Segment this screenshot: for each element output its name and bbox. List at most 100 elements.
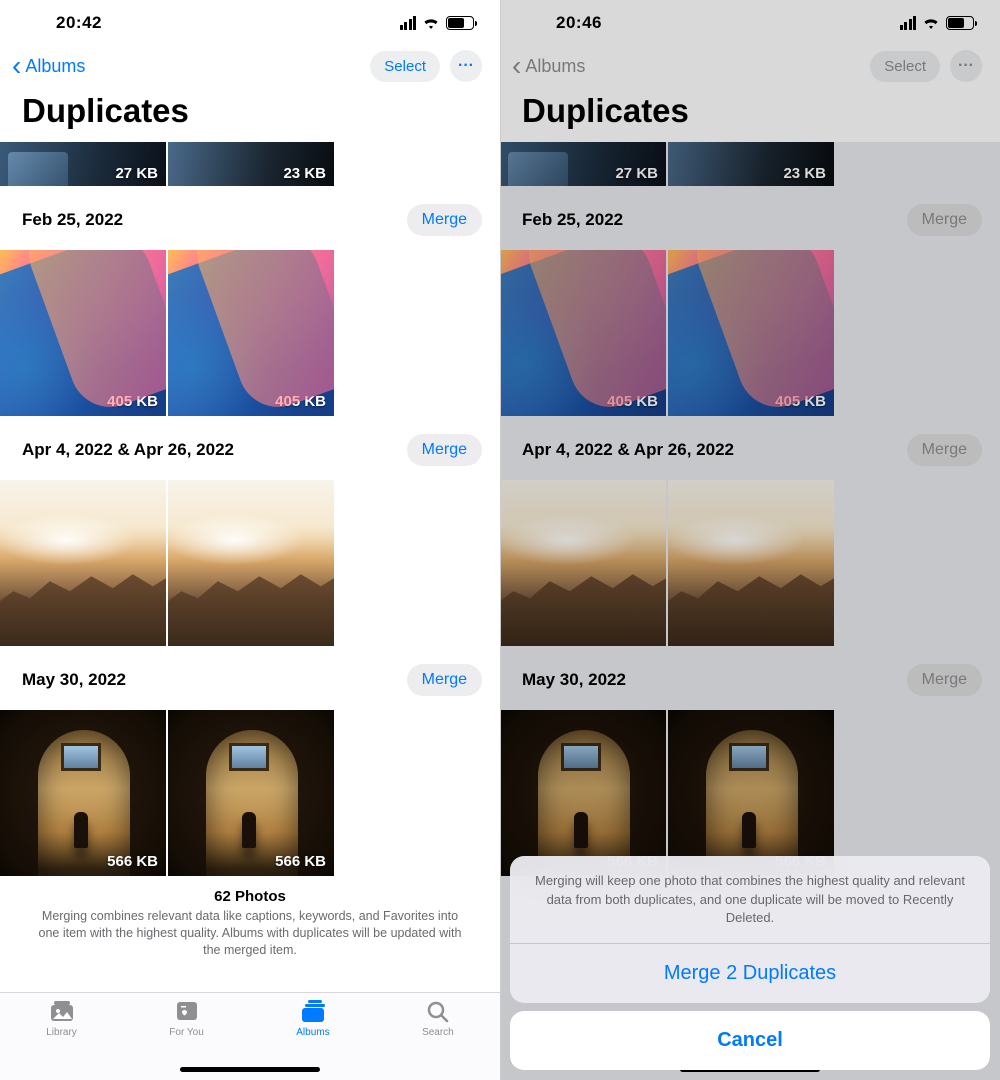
ellipsis-icon: ··· bbox=[958, 57, 974, 75]
wifi-icon bbox=[922, 16, 940, 30]
page-title: Duplicates bbox=[500, 90, 1000, 142]
merge-button: Merge bbox=[907, 664, 982, 696]
select-button[interactable]: Select bbox=[370, 51, 440, 82]
tab-label: Search bbox=[422, 1027, 454, 1038]
content-scroll[interactable]: 27 KB 23 KB Feb 25, 2022 Merge 405 KB 40… bbox=[0, 142, 500, 1080]
cellular-icon bbox=[900, 16, 917, 30]
duplicate-group: May 30, 2022 Merge 566 KB 566 KB bbox=[0, 646, 500, 876]
file-size: 405 KB bbox=[275, 393, 326, 410]
status-time: 20:46 bbox=[556, 13, 602, 33]
albums-icon bbox=[299, 999, 327, 1023]
file-size: 23 KB bbox=[283, 165, 326, 182]
file-size: 405 KB bbox=[775, 393, 826, 410]
file-size: 405 KB bbox=[107, 393, 158, 410]
group-date: May 30, 2022 bbox=[22, 670, 126, 690]
photo-thumbnail[interactable]: 5.2 MB bbox=[0, 480, 166, 646]
foryou-icon bbox=[173, 999, 201, 1023]
back-button: ‹ Albums bbox=[512, 52, 585, 80]
photo-thumbnail: 5.2 MB bbox=[668, 480, 834, 646]
phone-left: 20:42 ‹ Albums Select ··· Duplicates 27 … bbox=[0, 0, 500, 1080]
photo-thumbnail[interactable]: 5.2 MB bbox=[168, 480, 334, 646]
merge-button: Merge bbox=[907, 434, 982, 466]
photo-thumbnail[interactable]: 566 KB bbox=[168, 710, 334, 876]
file-size: 27 KB bbox=[115, 165, 158, 182]
tab-label: For You bbox=[169, 1027, 203, 1038]
status-bar: 20:46 bbox=[500, 0, 1000, 46]
photo-thumbnail: 405 KB bbox=[500, 250, 666, 416]
status-indicators bbox=[400, 16, 475, 30]
select-button: Select bbox=[870, 51, 940, 82]
status-time: 20:42 bbox=[56, 13, 102, 33]
merge-button[interactable]: Merge bbox=[407, 204, 482, 236]
file-size: 27 KB bbox=[615, 165, 658, 182]
chevron-left-icon: ‹ bbox=[512, 52, 521, 80]
file-size: 5.2 MB bbox=[278, 623, 326, 640]
photo-count: 62 Photos bbox=[34, 888, 466, 905]
status-indicators bbox=[900, 16, 975, 30]
merge-duplicates-button[interactable]: Merge 2 Duplicates bbox=[510, 944, 990, 1003]
photo-thumbnail: 405 KB bbox=[668, 250, 834, 416]
back-label: Albums bbox=[25, 56, 85, 77]
partial-group: 27 KB 23 KB bbox=[500, 142, 1000, 186]
merge-button[interactable]: Merge bbox=[407, 434, 482, 466]
group-date: Feb 25, 2022 bbox=[522, 210, 623, 230]
page-title: Duplicates bbox=[0, 90, 500, 142]
group-date: May 30, 2022 bbox=[522, 670, 626, 690]
tab-label: Library bbox=[46, 1027, 77, 1038]
file-size: 5.2 MB bbox=[610, 623, 658, 640]
file-size: 5.2 MB bbox=[778, 623, 826, 640]
merge-button: Merge bbox=[907, 204, 982, 236]
group-date: Feb 25, 2022 bbox=[22, 210, 123, 230]
back-button[interactable]: ‹ Albums bbox=[12, 52, 85, 80]
photo-thumbnail: 23 KB bbox=[668, 142, 834, 186]
merge-button[interactable]: Merge bbox=[407, 664, 482, 696]
file-size: 5.2 MB bbox=[110, 623, 158, 640]
wifi-icon bbox=[422, 16, 440, 30]
status-bar: 20:42 bbox=[0, 0, 500, 46]
photo-thumbnail: 566 KB bbox=[668, 710, 834, 876]
battery-icon bbox=[446, 16, 474, 30]
file-size: 566 KB bbox=[275, 853, 326, 870]
tab-label: Albums bbox=[296, 1027, 329, 1038]
tab-search[interactable]: Search bbox=[422, 999, 454, 1080]
photo-thumbnail[interactable]: 405 KB bbox=[0, 250, 166, 416]
file-size: 566 KB bbox=[107, 853, 158, 870]
search-icon bbox=[424, 999, 452, 1023]
photo-thumbnail[interactable]: 23 KB bbox=[168, 142, 334, 186]
duplicate-group: Feb 25, 2022 Merge 405 KB 405 KB bbox=[0, 186, 500, 416]
nav-bar: ‹ Albums Select ··· bbox=[0, 46, 500, 90]
photo-thumbnail: 5.2 MB bbox=[500, 480, 666, 646]
duplicate-group: Apr 4, 2022 & Apr 26, 2022 Merge 5.2 MB … bbox=[500, 416, 1000, 646]
cancel-button[interactable]: Cancel bbox=[510, 1011, 990, 1070]
action-sheet: Merging will keep one photo that combine… bbox=[510, 856, 990, 1070]
ellipsis-icon: ··· bbox=[458, 57, 474, 75]
duplicate-group: Apr 4, 2022 & Apr 26, 2022 Merge 5.2 MB … bbox=[0, 416, 500, 646]
duplicate-group: May 30, 2022 Merge 566 KB 566 KB bbox=[500, 646, 1000, 876]
partial-group: 27 KB 23 KB bbox=[0, 142, 500, 186]
library-icon bbox=[48, 999, 76, 1023]
phone-right: 20:46 ‹ Albums Select ··· Duplicates 27 … bbox=[500, 0, 1000, 1080]
group-date: Apr 4, 2022 & Apr 26, 2022 bbox=[522, 440, 734, 460]
nav-bar: ‹ Albums Select ··· bbox=[500, 46, 1000, 90]
photo-thumbnail: 566 KB bbox=[500, 710, 666, 876]
battery-icon bbox=[946, 16, 974, 30]
group-date: Apr 4, 2022 & Apr 26, 2022 bbox=[22, 440, 234, 460]
file-size: 23 KB bbox=[783, 165, 826, 182]
duplicate-group: Feb 25, 2022 Merge 405 KB 405 KB bbox=[500, 186, 1000, 416]
more-button[interactable]: ··· bbox=[450, 50, 482, 82]
photo-thumbnail[interactable]: 566 KB bbox=[0, 710, 166, 876]
phone-divider bbox=[500, 0, 501, 1080]
file-size: 405 KB bbox=[607, 393, 658, 410]
more-button: ··· bbox=[950, 50, 982, 82]
footer-summary: 62 Photos Merging combines relevant data… bbox=[0, 876, 500, 969]
footer-description: Merging combines relevant data like capt… bbox=[34, 908, 466, 959]
cellular-icon bbox=[400, 16, 417, 30]
photo-thumbnail[interactable]: 405 KB bbox=[168, 250, 334, 416]
photo-thumbnail[interactable]: 27 KB bbox=[0, 142, 166, 186]
photo-thumbnail: 27 KB bbox=[500, 142, 666, 186]
back-label: Albums bbox=[525, 56, 585, 77]
chevron-left-icon: ‹ bbox=[12, 52, 21, 80]
tab-library[interactable]: Library bbox=[46, 999, 77, 1080]
action-sheet-message: Merging will keep one photo that combine… bbox=[510, 856, 990, 944]
home-indicator[interactable] bbox=[180, 1067, 320, 1072]
